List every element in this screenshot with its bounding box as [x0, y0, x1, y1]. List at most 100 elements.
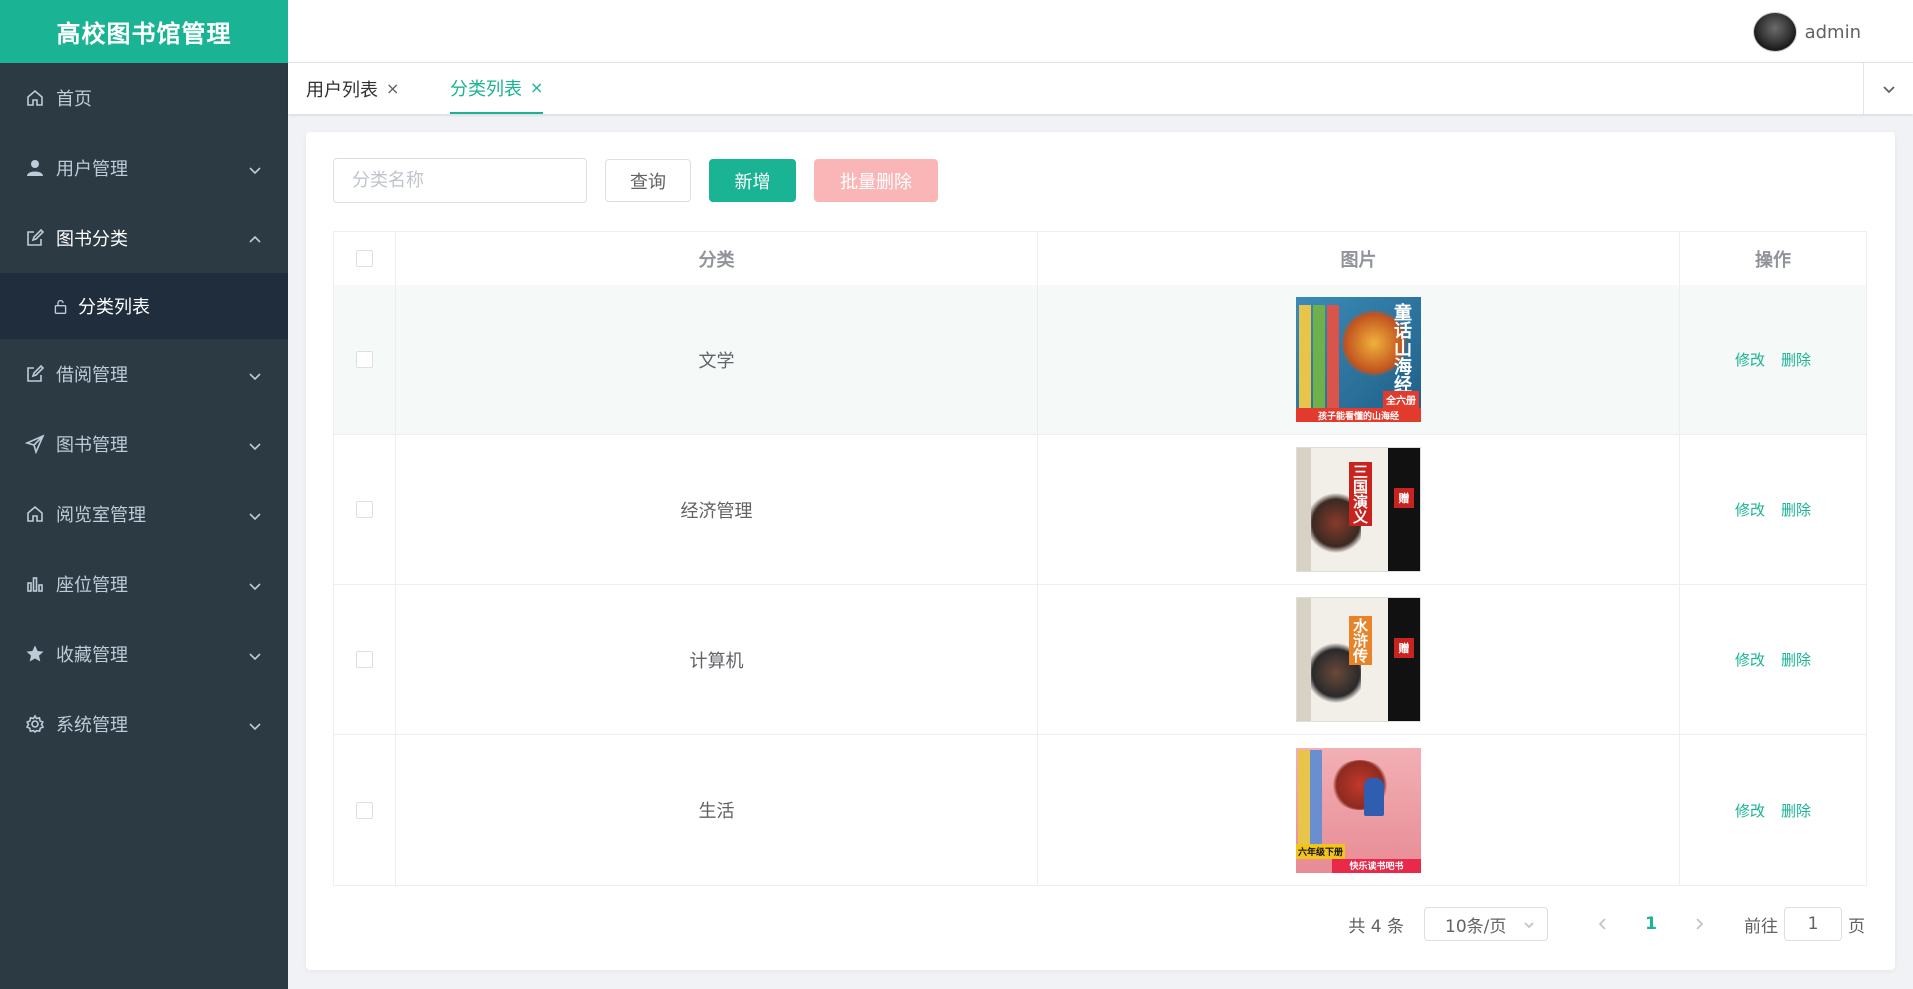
delete-link[interactable]: 删除	[1781, 349, 1811, 370]
sidebar-item-label: 用户管理	[56, 159, 128, 180]
sidebar-item-user-management[interactable]: 用户管理	[0, 133, 288, 203]
cell-select	[334, 435, 396, 584]
app-logo-title: 高校图书馆管理	[0, 0, 288, 63]
select-all-checkbox[interactable]	[356, 250, 373, 267]
cell-actions: 修改 删除	[1680, 285, 1866, 434]
category-cover-image: 水浒传 赠	[1296, 597, 1421, 722]
book-spine	[1298, 749, 1310, 853]
query-button[interactable]: 查询	[605, 159, 691, 202]
chevron-down-icon	[248, 577, 262, 591]
row-checkbox[interactable]	[356, 651, 373, 668]
sidebar-item-book-category[interactable]: 图书分类	[0, 203, 288, 273]
sidebar-item-category-list[interactable]: 分类列表	[0, 273, 288, 339]
cover-title: 三国演义	[1349, 462, 1372, 526]
sidebar-item-label: 系统管理	[56, 715, 128, 736]
sidebar-item-seat-management[interactable]: 座位管理	[0, 549, 288, 619]
book-spine	[1297, 448, 1311, 571]
cover-tag: 全六册	[1383, 391, 1419, 408]
edit-link[interactable]: 修改	[1735, 649, 1765, 670]
page-size-select[interactable]: 10条/页	[1424, 907, 1548, 941]
close-icon[interactable]: ×	[386, 79, 399, 98]
top-header: admin	[288, 0, 1913, 63]
delete-link[interactable]: 删除	[1781, 649, 1811, 670]
table-row: 计算机 水浒传 赠 修改 删除	[334, 585, 1866, 735]
category-name-search-input[interactable]	[333, 158, 587, 203]
book-spine	[1327, 305, 1339, 414]
row-checkbox[interactable]	[356, 801, 373, 819]
prev-page-button[interactable]	[1588, 917, 1618, 931]
cover-side-panel	[1388, 598, 1420, 721]
send-icon	[24, 433, 46, 455]
child-illustration	[1364, 777, 1384, 816]
edit-icon	[24, 363, 46, 385]
cell-image: 六年级下册 快乐读书吧书	[1038, 735, 1680, 885]
star-icon	[24, 643, 46, 665]
header-cell-category: 分类	[396, 232, 1038, 285]
book-spine	[1313, 305, 1325, 414]
chevron-up-icon	[248, 231, 262, 245]
table-body: 文学 童话山海经 全六册 孩子能看懂的山海经 修改 删除 经济管理 三国演义 赠…	[334, 285, 1866, 885]
tabs-dropdown-button[interactable]	[1863, 63, 1913, 114]
chevron-left-icon	[1596, 917, 1610, 931]
cell-image: 三国演义 赠	[1038, 435, 1680, 584]
edit-link[interactable]: 修改	[1735, 800, 1765, 821]
cell-actions: 修改 删除	[1680, 735, 1866, 885]
user-menu[interactable]: admin	[1752, 12, 1861, 52]
category-cover-image: 三国演义 赠	[1296, 447, 1421, 572]
next-page-button[interactable]	[1684, 917, 1714, 931]
edit-link[interactable]: 修改	[1735, 499, 1765, 520]
book-spine	[1299, 305, 1311, 414]
cover-tag: 赠	[1394, 638, 1414, 658]
sidebar-item-system-management[interactable]: 系统管理	[0, 689, 288, 759]
header-cell-select	[334, 232, 396, 285]
delete-link[interactable]: 删除	[1781, 499, 1811, 520]
lock-icon	[50, 296, 70, 316]
category-cover-image: 童话山海经 全六册 孩子能看懂的山海经	[1296, 297, 1421, 422]
avatar	[1752, 12, 1797, 52]
tab-category-list[interactable]: 分类列表 ×	[450, 63, 544, 114]
row-checkbox[interactable]	[356, 351, 373, 368]
sidebar-item-favorites-management[interactable]: 收藏管理	[0, 619, 288, 689]
edit-link[interactable]: 修改	[1735, 349, 1765, 370]
chevron-down-icon	[248, 717, 262, 731]
tab-user-list[interactable]: 用户列表 ×	[306, 63, 399, 114]
cover-title: 童话山海经	[1391, 303, 1412, 393]
sidebar-item-label: 图书管理	[56, 435, 128, 456]
cell-image: 童话山海经 全六册 孩子能看懂的山海经	[1038, 285, 1680, 434]
goto-page-input[interactable]	[1784, 907, 1842, 941]
close-icon[interactable]: ×	[530, 78, 543, 97]
book-spine	[1297, 598, 1311, 721]
chevron-down-icon	[248, 647, 262, 661]
cell-category: 文学	[396, 285, 1038, 434]
sidebar-item-book-management[interactable]: 图书管理	[0, 409, 288, 479]
chevron-down-icon	[248, 367, 262, 381]
gear-icon	[24, 713, 46, 735]
cover-tag: 赠	[1394, 488, 1414, 508]
header-cell-image: 图片	[1038, 232, 1680, 285]
table-row: 生活 六年级下册 快乐读书吧书 修改 删除	[334, 735, 1866, 885]
delete-link[interactable]: 删除	[1781, 800, 1811, 821]
cell-actions: 修改 删除	[1680, 585, 1866, 734]
home-icon	[24, 503, 46, 525]
batch-delete-button[interactable]: 批量删除	[814, 159, 938, 202]
cell-category: 计算机	[396, 585, 1038, 734]
category-table: 分类 图片 操作 文学 童话山海经 全六册 孩子能看懂的山海经 修改 删除 经济…	[333, 231, 1867, 886]
pagination-total: 共 4 条	[1348, 916, 1404, 937]
chevron-down-icon	[248, 507, 262, 521]
sidebar-item-home[interactable]: 首页	[0, 63, 288, 133]
tab-label: 分类列表	[450, 78, 522, 100]
sidebar-item-label: 首页	[56, 89, 92, 110]
sidebar-item-label: 收藏管理	[56, 645, 128, 666]
chevron-down-icon	[248, 437, 262, 451]
table-header: 分类 图片 操作	[334, 232, 1866, 285]
tabs-bar: 用户列表 × 分类列表 ×	[288, 63, 1913, 114]
cell-actions: 修改 删除	[1680, 435, 1866, 584]
cell-category: 经济管理	[396, 435, 1038, 584]
add-button[interactable]: 新增	[709, 159, 796, 202]
row-checkbox[interactable]	[356, 501, 373, 518]
sidebar-item-reading-room-management[interactable]: 阅览室管理	[0, 479, 288, 549]
page-number-1[interactable]: 1	[1636, 914, 1666, 934]
sidebar-item-borrow-management[interactable]: 借阅管理	[0, 339, 288, 409]
cell-image: 水浒传 赠	[1038, 585, 1680, 734]
sidebar: 高校图书馆管理 首页 用户管理 图书分类 分类列表 借阅管理 图书管理 阅览室管…	[0, 0, 288, 989]
